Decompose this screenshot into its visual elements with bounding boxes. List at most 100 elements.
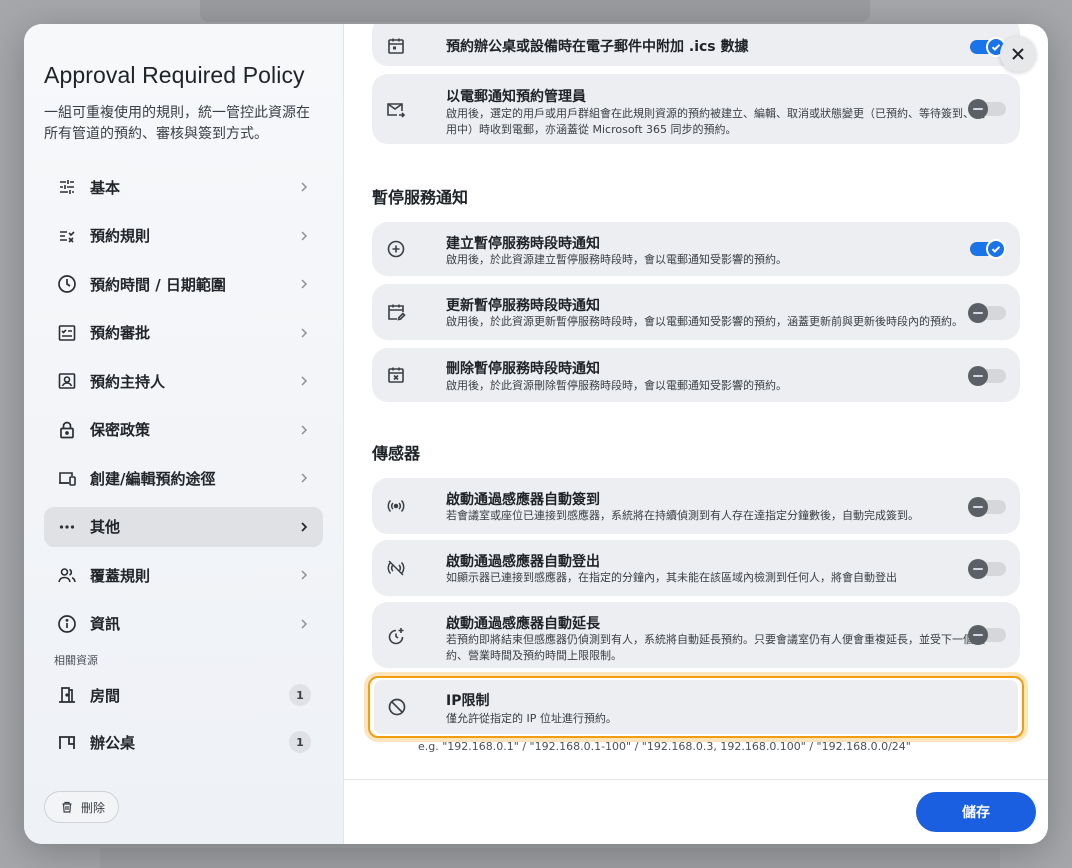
chevron-right-icon — [301, 618, 308, 629]
sensor-checkout-toggle[interactable] — [968, 559, 1006, 579]
sidebar-item-approval[interactable]: 預約審批 — [44, 313, 323, 353]
ip-example-hint: e.g. "192.168.0.1" / "192.168.0.1-100" /… — [418, 740, 911, 753]
setting-card-sensor-extend: 啟動通過感應器自動延長 若預約即將結束但感應器仍偵測到有人，系統將自動延長預約。… — [372, 602, 1020, 668]
sensor-checkin-toggle[interactable] — [968, 497, 1006, 517]
chevron-right-icon — [301, 376, 308, 386]
sidebar-item-label: 預約主持人 — [90, 372, 166, 391]
setting-card-sensor-checkin: 啟動通過感應器自動簽到 若會議室或座位已連接到感應器，系統將在持續偵測到有人存在… — [372, 478, 1020, 534]
chevron-right-icon — [301, 570, 308, 580]
chevron-right-icon — [301, 279, 308, 289]
setting-card-sensor-checkout: 啟動通過感應器自動登出 如顯示器已連接到感應器，在指定的分鐘內，其未能在該區域內… — [372, 540, 1020, 596]
sidebar-item-label: 其他 — [90, 518, 121, 536]
resource-item-rooms[interactable]: 房間 1 — [44, 676, 323, 714]
setting-description: 啟用後，於此資源建立暫停服務時段時，會以電郵通知受影響的預約。 — [446, 253, 787, 266]
delete-maintenance-toggle[interactable] — [968, 366, 1006, 386]
toggle-knob — [968, 559, 988, 579]
setting-description: 僅允許從指定的 IP 位址進行預約。 — [446, 712, 617, 725]
resource-label: 房間 — [90, 686, 121, 705]
plus-circle-icon — [387, 240, 405, 258]
chevron-right-icon — [301, 473, 308, 483]
setting-title: 啟動通過感應器自動登出 — [446, 554, 600, 570]
resource-count-badge: 1 — [289, 684, 311, 706]
sidebar-item-label: 預約時間 / 日期範圍 — [90, 275, 226, 294]
sidebar-item-override-rules[interactable]: 覆蓋規則 — [44, 555, 323, 595]
setting-title: 以電郵通知預約管理員 — [446, 89, 586, 105]
extend-time-icon — [388, 628, 404, 645]
create-maintenance-toggle[interactable] — [970, 239, 1006, 259]
setting-description: 啟用後，於此資源更新暫停服務時段時，會以電郵通知受影響的預約，涵蓋更新前與更新後… — [446, 315, 963, 328]
sidebar-item-channels[interactable]: 創建/編輯預約途徑 — [44, 458, 323, 498]
sidebar-item-label: 預約審批 — [90, 324, 151, 342]
toggle-knob — [968, 303, 988, 323]
chevron-right-icon — [301, 327, 308, 338]
setting-title: 刪除暫停服務時段時通知 — [446, 361, 600, 377]
sidebar-item-booking-rules[interactable]: 預約規則 — [44, 216, 323, 256]
setting-card-create-maintenance: 建立暫停服務時段時通知 啟用後，於此資源建立暫停服務時段時，會以電郵通知受影響的… — [372, 222, 1020, 276]
calendar-remove-icon — [388, 367, 404, 383]
settings-scroll-area[interactable]: 預約辦公桌或設備時在電子郵件中附加 .ics 數據 以電郵通知預約管理員 啟用後… — [344, 24, 1048, 779]
setting-title: 啟動通過感應器自動延長 — [446, 616, 600, 632]
delete-button[interactable]: 刪除 — [44, 791, 120, 823]
sidebar-item-label: 預約規則 — [90, 227, 151, 245]
setting-card-ics: 預約辦公桌或設備時在電子郵件中附加 .ics 數據 — [372, 24, 1020, 66]
trash-icon — [62, 801, 72, 813]
info-icon — [56, 613, 78, 635]
devices-icon — [56, 467, 78, 489]
sliders-icon — [56, 176, 78, 198]
more-dots-icon — [56, 516, 78, 538]
sensor-off-icon — [387, 560, 405, 576]
setting-title: 更新暫停服務時段時通知 — [446, 298, 600, 314]
sidebar-item-label: 覆蓋規則 — [90, 566, 151, 585]
email-admins-toggle[interactable] — [968, 99, 1006, 119]
sidebar-item-basic[interactable]: 基本 — [44, 167, 323, 207]
resource-item-desks[interactable]: 辦公桌 1 — [44, 723, 323, 761]
setting-title: 啟動通過感應器自動簽到 — [446, 492, 600, 508]
related-resources-label: 相關資源 — [54, 654, 98, 667]
close-button[interactable] — [1000, 36, 1036, 72]
setting-description: 若會議室或座位已連接到感應器，系統將在持續偵測到有人存在達指定分鐘數後，自動完成… — [446, 509, 919, 522]
setting-description: 啟用後，於此資源刪除暫停服務時段時，會以電郵通知受影響的預約。 — [446, 379, 787, 392]
sidebar: Approval Required Policy 一組可重複使用的規則，統一管控… — [24, 24, 344, 844]
calendar-edit-icon — [388, 304, 406, 321]
setting-card-update-maintenance: 更新暫停服務時段時通知 啟用後，於此資源更新暫停服務時段時，會以電郵通知受影響的… — [372, 284, 1020, 340]
approval-checklist-icon — [56, 322, 78, 344]
sidebar-item-label: 資訊 — [90, 615, 121, 633]
chevron-right-icon — [301, 521, 308, 532]
setting-description: 若預約即將結束但感應器仍偵測到有人，系統將自動延長預約。只要會議室仍有人便會重複… — [446, 633, 985, 662]
main-panel: 預約辦公桌或設備時在電子郵件中附加 .ics 數據 以電郵通知預約管理員 啟用後… — [344, 24, 1048, 844]
policy-title: Approval Required Policy — [44, 62, 305, 88]
sidebar-item-label: 基本 — [90, 178, 121, 197]
toggle-knob — [968, 366, 988, 386]
save-button[interactable]: 儲存 — [916, 792, 1036, 832]
close-icon — [1012, 48, 1024, 60]
sensor-heading: 傳感器 — [372, 444, 421, 463]
sidebar-item-host[interactable]: 預約主持人 — [44, 361, 323, 401]
people-icon — [56, 564, 78, 586]
sidebar-item-privacy[interactable]: 保密政策 — [44, 410, 323, 450]
sidebar-item-info[interactable]: 資訊 — [44, 604, 323, 644]
sidebar-item-time-range[interactable]: 預約時間 / 日期範圍 — [44, 264, 323, 304]
update-maintenance-toggle[interactable] — [968, 303, 1006, 323]
toggle-knob — [968, 497, 988, 517]
sidebar-item-label: 保密政策 — [90, 421, 151, 439]
sidebar-item-label: 創建/編輯預約途徑 — [90, 469, 216, 488]
sidebar-nav: 基本 預約規則 預約時間 / 日期範圍 預約審批 預約主持人 保密政策 創建/編… — [44, 167, 323, 644]
rule-list-icon — [56, 225, 78, 247]
setting-card-email-admins: 以電郵通知預約管理員 啟用後，選定的用戶或用戶群組會在此規則資源的預約被建立、編… — [372, 74, 1020, 144]
delete-label: 刪除 — [81, 800, 106, 815]
sensor-icon — [387, 499, 405, 513]
setting-card-delete-maintenance: 刪除暫停服務時段時通知 啟用後，於此資源刪除暫停服務時段時，會以電郵通知受影響的… — [372, 348, 1020, 402]
toggle-knob — [968, 625, 988, 645]
setting-description: 啟用後，選定的用戶或用戶群組會在此規則資源的預約被建立、編輯、取消或狀態變更（已… — [446, 107, 985, 136]
policy-description: 一組可重複使用的規則，統一管控此資源在所有管道的預約、審核與簽到方式。 — [44, 105, 310, 142]
setting-title: 預約辦公桌或設備時在電子郵件中附加 .ics 數據 — [446, 39, 749, 55]
setting-title: 建立暫停服務時段時通知 — [446, 236, 600, 252]
setting-description: 如顯示器已連接到感應器，在指定的分鐘內，其未能在該區域內檢測到任何人，將會自動登… — [446, 571, 897, 584]
resource-count-badge: 1 — [289, 731, 311, 753]
host-badge-icon — [56, 370, 78, 392]
toggle-knob — [986, 239, 1006, 259]
sensor-extend-toggle[interactable] — [968, 625, 1006, 645]
block-icon — [388, 698, 406, 716]
setting-card-ip-restriction[interactable]: IP限制 僅允許從指定的 IP 位址進行預約。 — [374, 680, 1018, 734]
sidebar-item-others[interactable]: 其他 — [44, 506, 323, 547]
